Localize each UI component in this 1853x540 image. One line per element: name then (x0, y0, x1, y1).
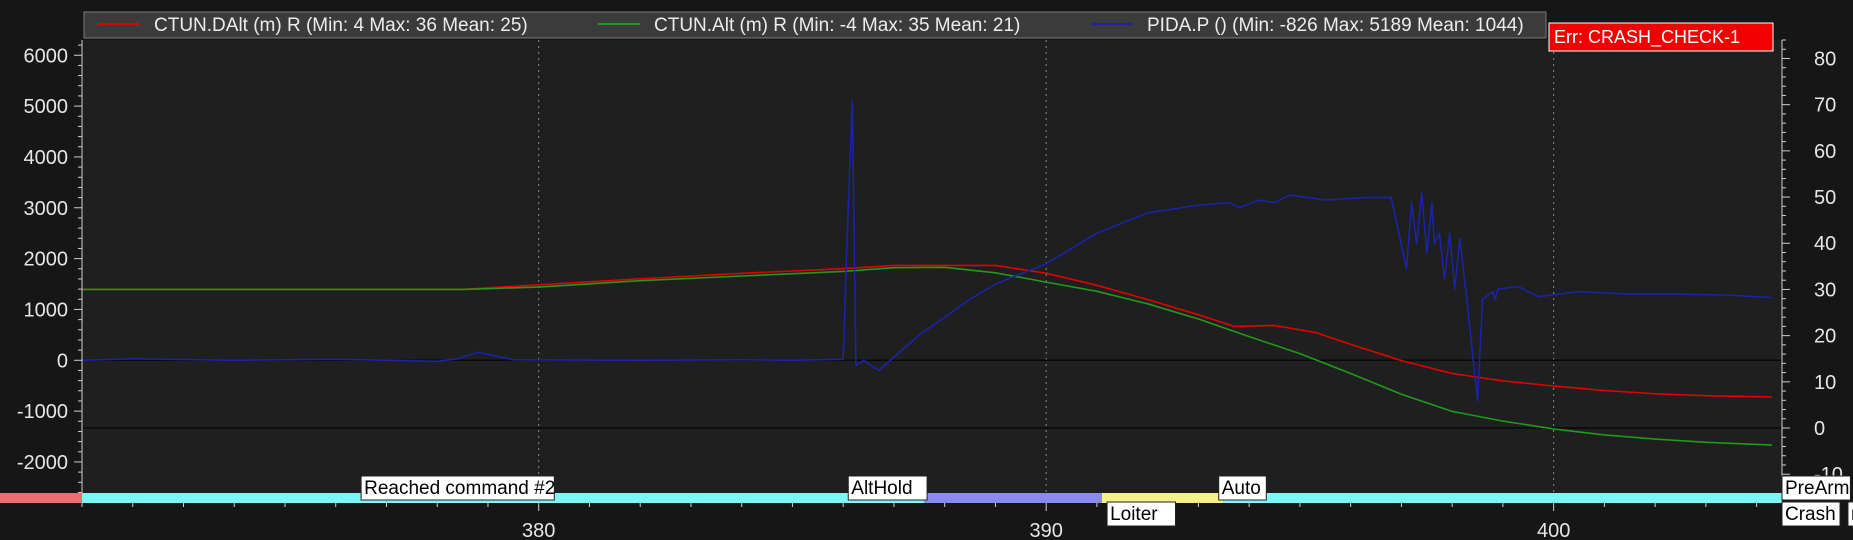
left-tick-label: -1000 (17, 401, 68, 423)
legend-entry-1: CTUN.DAlt (m) R (Min: 4 Max: 36 Mean: 25… (154, 15, 528, 36)
event-label-text: Reached command #2 (364, 478, 555, 499)
left-tick-label: 5000 (24, 96, 69, 118)
event-label-text: Loiter (1110, 504, 1158, 525)
right-tick-label: 40 (1814, 233, 1836, 255)
right-tick-label: 0 (1814, 418, 1825, 440)
legend-entry-3: PIDA.P () (Min: -826 Max: 5189 Mean: 104… (1147, 15, 1524, 36)
right-tick-label: 10 (1814, 372, 1836, 394)
x-tick-label: 390 (1029, 520, 1062, 540)
left-tick-label: 0 (57, 350, 68, 372)
error-badge: Err: CRASH_CHECK-1 (1548, 22, 1774, 52)
left-tick-label: 1000 (24, 299, 69, 321)
left-tick-label: -2000 (17, 452, 68, 474)
x-tick-label: 380 (522, 520, 555, 540)
right-tick-label: 50 (1814, 187, 1836, 209)
right-tick-label: 60 (1814, 141, 1836, 163)
legend-entry-2: CTUN.Alt (m) R (Min: -4 Max: 35 Mean: 21… (654, 15, 1020, 36)
mode-segment (1223, 493, 1782, 503)
chart: 6000500040003000200010000-1000-2000 8070… (0, 0, 1853, 540)
right-tick-label: 80 (1814, 48, 1836, 70)
mode-segment (0, 493, 82, 503)
left-tick-label: 6000 (24, 45, 69, 67)
left-tick-label: 2000 (24, 249, 69, 271)
left-tick-label: 4000 (24, 147, 69, 169)
right-tick-label: 70 (1814, 95, 1836, 117)
x-tick-label: 400 (1537, 520, 1570, 540)
left-tick-label: 3000 (24, 198, 69, 220)
event-label-text: Auto (1222, 478, 1261, 499)
error-badge-text: Err: CRASH_CHECK-1 (1554, 27, 1740, 48)
mode-segment (924, 493, 1102, 503)
event-label-text: AltHold (851, 478, 912, 499)
event-label-text: Crash (1785, 504, 1836, 525)
right-tick-label: 20 (1814, 326, 1836, 348)
event-label-text: PreArm (1785, 478, 1849, 499)
right-tick-label: 30 (1814, 279, 1836, 301)
legend[interactable]: CTUN.DAlt (m) R (Min: 4 Max: 36 Mean: 25… (83, 11, 1547, 39)
